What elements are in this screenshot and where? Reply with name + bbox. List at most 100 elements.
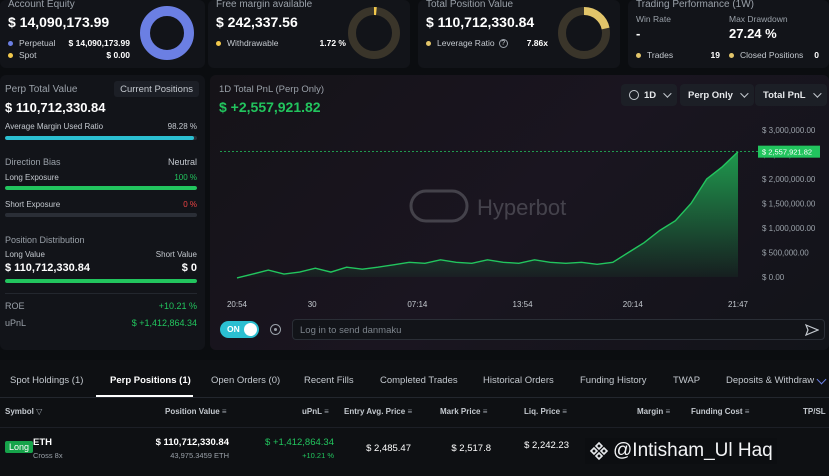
- tab-open-orders-0[interactable]: Open Orders (0): [211, 375, 280, 386]
- help-icon[interactable]: ?: [498, 38, 508, 48]
- sort-icon: ≡: [744, 407, 750, 416]
- short-exposure-value: 0 %: [183, 200, 197, 209]
- roe-label: ROE: [5, 301, 25, 311]
- max-drawdown-value: 27.24 %: [729, 26, 777, 41]
- long-value-label: Long Value: [5, 250, 45, 259]
- x-tick-label: 20:54: [227, 300, 248, 309]
- header-symbol[interactable]: Symbol ▽: [5, 407, 42, 416]
- withdrawable-dot-icon: [216, 40, 221, 46]
- long-exposure-value: 100 %: [174, 173, 197, 182]
- withdrawable-row: Withdrawable 1.72 %: [216, 38, 346, 48]
- tab-completed-trades[interactable]: Completed Trades: [380, 375, 458, 386]
- clock-icon: [629, 90, 639, 100]
- x-tick-label: 07:14: [407, 300, 428, 309]
- header-upnl[interactable]: uPnL ≡: [302, 407, 329, 416]
- x-tick-label: 21:47: [728, 300, 749, 309]
- trades-label: Trades: [647, 50, 674, 60]
- tabs-divider: [0, 397, 829, 398]
- danmaku-settings-dot: [273, 327, 277, 331]
- long-exposure-label: Long Exposure: [5, 173, 59, 182]
- header-upnl-label: uPnL: [302, 407, 322, 416]
- spot-value: $ 0.00: [106, 50, 130, 60]
- header-funding-cost[interactable]: Funding Cost ≡: [691, 407, 749, 416]
- header-entry-price[interactable]: Entry Avg. Price ≡: [344, 407, 412, 416]
- max-drawdown-label: Max Drawdown: [729, 14, 788, 24]
- toggle-label: ON: [227, 324, 240, 334]
- y-tick-label: $ 1,000,000.00: [762, 224, 816, 233]
- perp-total-label: Perp Total Value: [5, 84, 78, 95]
- table-row[interactable]: Long ETH Cross 8x $ 110,712,330.84 43,97…: [0, 428, 829, 476]
- header-position-value[interactable]: Position Value ≡: [165, 407, 227, 416]
- tab-recent-fills[interactable]: Recent Fills: [304, 375, 354, 386]
- y-tick-label: $ 2,000,000.00: [762, 175, 816, 184]
- tab-perp-positions-1[interactable]: Perp Positions (1): [110, 375, 191, 386]
- free-margin-donut-chart: [348, 6, 400, 59]
- perp-summary-panel: Perp Total Value Current Positions $ 110…: [0, 75, 205, 350]
- short-value-label: Short Value: [155, 250, 197, 259]
- send-icon[interactable]: [805, 324, 819, 336]
- sort-icon: ≡: [482, 407, 488, 416]
- danmaku-input[interactable]: Log in to send danmaku: [292, 319, 825, 340]
- timeframe-select[interactable]: 1D: [621, 84, 678, 106]
- tab-funding-history[interactable]: Funding History: [580, 375, 647, 386]
- total-position-title: Total Position Value: [426, 0, 514, 10]
- chevron-down-icon: [663, 89, 672, 98]
- trading-performance-card: Trading Performance (1W) Win Rate - Max …: [628, 0, 829, 68]
- header-mark-price[interactable]: Mark Price ≡: [440, 407, 487, 416]
- closed-dot-icon: [729, 52, 734, 58]
- x-tick-label: 20:14: [623, 300, 644, 309]
- leverage-ratio-row: Leverage Ratio ? 7.86x: [426, 38, 548, 48]
- header-margin[interactable]: Margin ≡: [637, 407, 670, 416]
- trades-value: 19: [710, 50, 720, 60]
- tab-historical-orders[interactable]: Historical Orders: [483, 375, 554, 386]
- sort-icon: ≡: [221, 407, 227, 416]
- long-value: $ 110,712,330.84: [5, 262, 91, 274]
- screen-watermark: @Intisham_Ul Haq: [585, 438, 777, 464]
- upnl-cell: $ +1,412,864.34: [265, 437, 334, 448]
- total-position-value: $ 110,712,330.84: [426, 14, 535, 30]
- upnl-value: $ +1,412,864.34: [131, 318, 197, 328]
- direction-bias-value: Neutral: [167, 157, 197, 167]
- sort-icon: ≡: [665, 407, 671, 416]
- liq-price-cell: $ 2,242.23: [524, 440, 569, 451]
- filter-icon[interactable]: ▽: [36, 407, 42, 416]
- symbol-name[interactable]: ETH: [33, 437, 52, 448]
- metric-select[interactable]: Total PnL: [755, 84, 827, 106]
- position-size-cell: 43,975.3459 ETH: [170, 451, 229, 460]
- free-margin-value: $ 242,337.56: [216, 14, 298, 30]
- header-funding-cost-label: Funding Cost: [691, 407, 743, 416]
- position-distribution-bar-fill: [5, 279, 197, 283]
- spot-label: Spot: [19, 50, 37, 60]
- position-value-cell: $ 110,712,330.84: [155, 437, 229, 448]
- header-liq-price[interactable]: Liq. Price ≡: [524, 407, 567, 416]
- current-positions-button[interactable]: Current Positions: [114, 81, 199, 97]
- roe-value: +10.21 %: [158, 301, 197, 311]
- danmaku-toggle[interactable]: ON: [220, 321, 259, 338]
- spot-row: Spot $ 0.00: [8, 50, 130, 60]
- tab-twap[interactable]: TWAP: [673, 375, 700, 386]
- x-tick-label: 30: [308, 300, 317, 309]
- sort-icon: ≡: [324, 407, 329, 416]
- leverage-ratio-value: 7.86x: [526, 38, 548, 48]
- sort-icon: ≡: [562, 407, 567, 416]
- chart-value: $ +2,557,921.82: [219, 99, 321, 115]
- mark-price-cell: $ 2,517.8: [451, 443, 491, 454]
- timeframe-value: 1D: [644, 89, 657, 101]
- y-tick-label: $ 3,000,000.00: [762, 126, 816, 135]
- scope-select[interactable]: Perp Only: [680, 84, 754, 106]
- danmaku-settings-icon[interactable]: [270, 324, 281, 335]
- free-margin-card: Free margin available $ 242,337.56 Withd…: [208, 0, 410, 68]
- upnl-pct-cell: +10.21 %: [302, 451, 334, 460]
- total-position-card: Total Position Value $ 110,712,330.84 Le…: [418, 0, 620, 68]
- avg-margin-bar: [5, 136, 197, 140]
- tab-spot-holdings-1[interactable]: Spot Holdings (1): [10, 375, 83, 386]
- free-margin-title: Free margin available: [216, 0, 313, 10]
- tab-deposits-withdraw[interactable]: Deposits & Withdraw: [726, 375, 814, 386]
- side-badge: Long: [5, 441, 34, 453]
- leverage-label: Cross 8x: [33, 451, 63, 460]
- position-donut-chart: [558, 6, 610, 59]
- win-rate-value: -: [636, 26, 641, 41]
- long-exposure-bar: [5, 186, 197, 190]
- pnl-area-chart: Hyperbot $ 0.00 $ 500,000.00 $ 1,000,000.0…: [220, 126, 820, 309]
- perp-total-value: $ 110,712,330.84: [5, 100, 106, 115]
